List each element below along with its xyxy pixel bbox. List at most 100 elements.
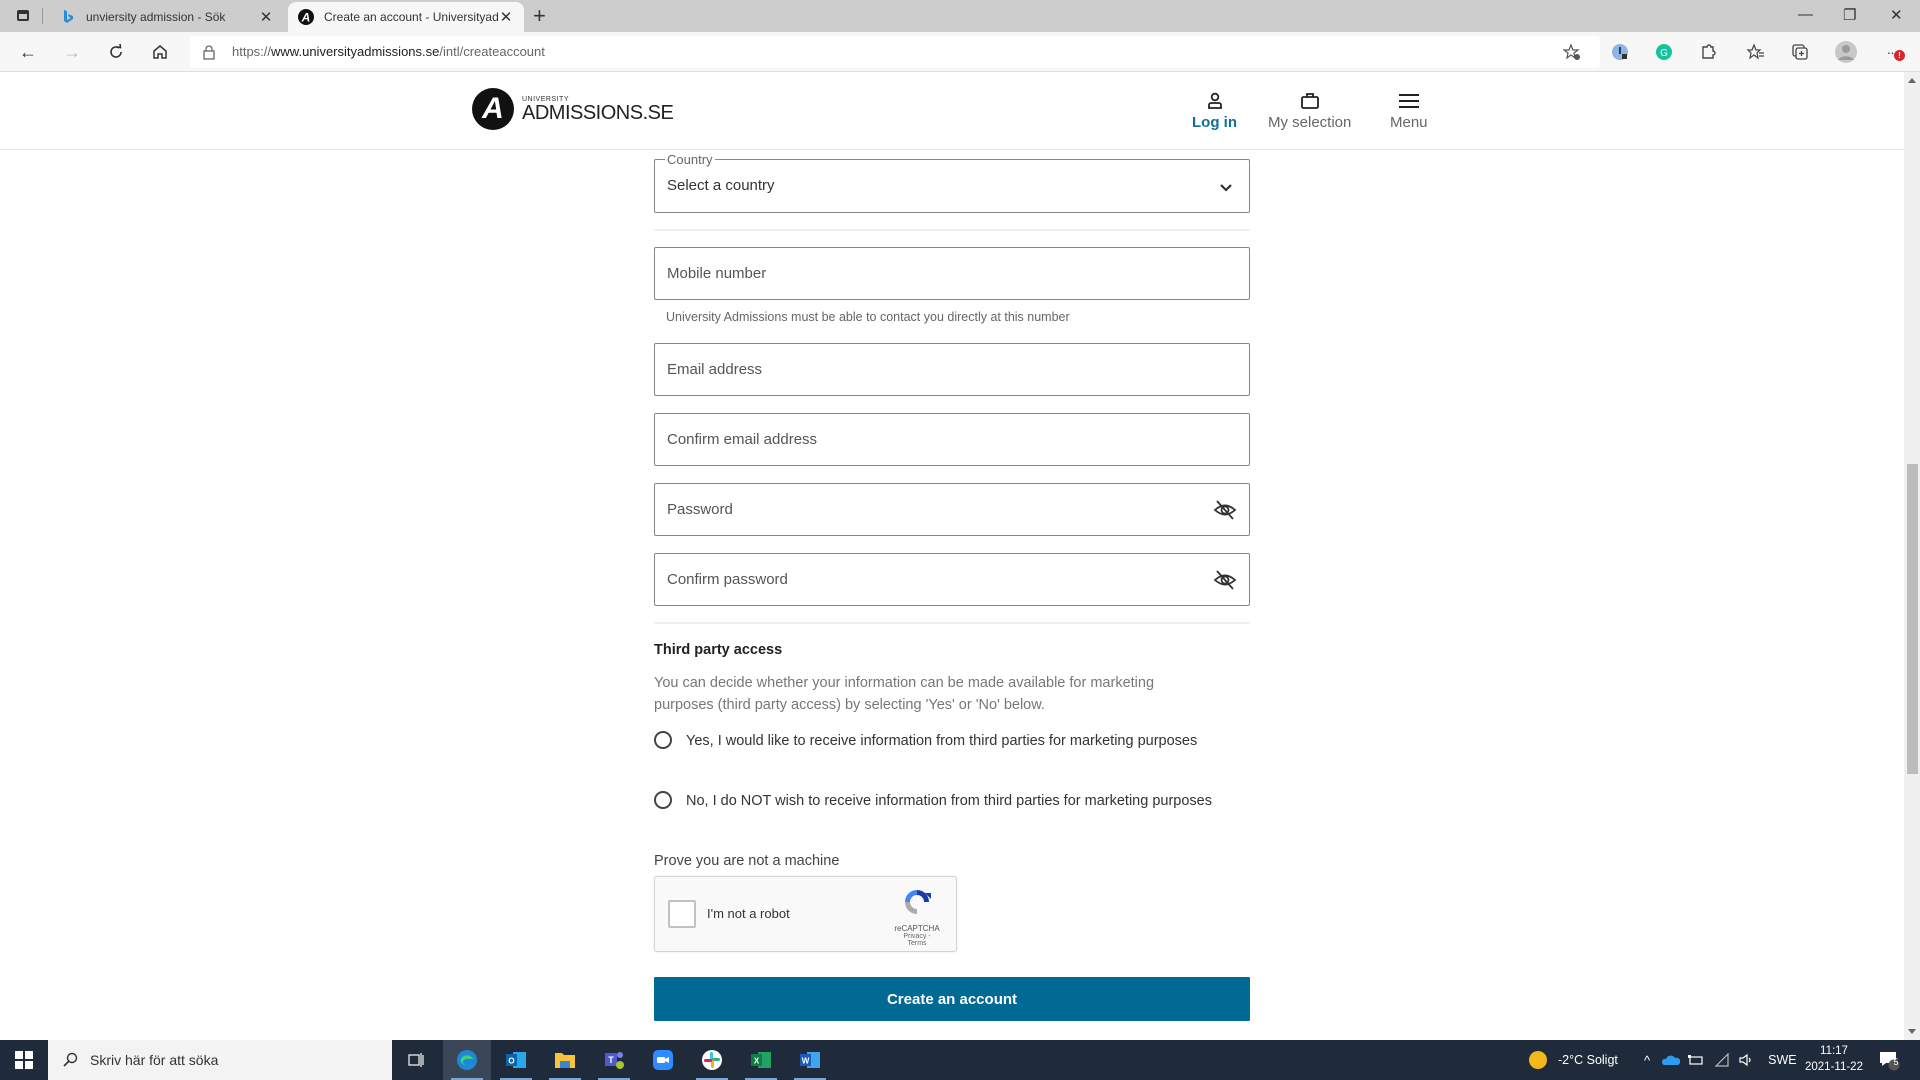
url-bar[interactable]: https://www.universityadmissions.se/intl… xyxy=(190,36,1600,68)
login-link[interactable]: Log in xyxy=(1192,92,1237,131)
volume-icon[interactable] xyxy=(1738,1053,1754,1067)
my-selection-link[interactable]: My selection xyxy=(1268,92,1351,131)
profile-avatar-icon[interactable] xyxy=(1834,40,1858,64)
add-favorite-icon[interactable] xyxy=(1560,40,1584,64)
clock[interactable]: 11:17 2021-11-22 xyxy=(1800,1043,1868,1075)
task-view-icon[interactable] xyxy=(392,1040,440,1080)
section-divider xyxy=(654,622,1250,624)
briefcase-icon xyxy=(1300,93,1319,109)
create-account-button[interactable]: Create an account xyxy=(654,977,1250,1021)
start-button[interactable] xyxy=(0,1040,48,1080)
country-select[interactable]: Country Select a country xyxy=(654,152,1250,213)
zoom-icon[interactable] xyxy=(639,1040,687,1080)
address-toolbar: ← → https://www.universityadmissions.se/… xyxy=(0,32,1920,72)
page-scrollbar[interactable] xyxy=(1904,72,1920,1040)
confirm-email-input[interactable]: Confirm email address xyxy=(654,413,1250,466)
weather-widget[interactable]: -2°C Soligt xyxy=(1528,1040,1618,1080)
settings-more-button[interactable]: ··· ! xyxy=(1880,40,1905,64)
menu-button[interactable]: Menu xyxy=(1390,92,1428,131)
radio-no-label[interactable]: No, I do NOT wish to receive information… xyxy=(686,789,1216,813)
svg-text:T: T xyxy=(608,1055,614,1065)
new-tab-button[interactable]: + xyxy=(533,4,546,28)
favorites-icon[interactable] xyxy=(1744,40,1768,64)
password-placeholder: Password xyxy=(667,501,733,518)
wifi-icon[interactable] xyxy=(1714,1053,1730,1067)
mobile-number-input[interactable]: Mobile number xyxy=(654,247,1250,300)
logo-mark: A xyxy=(472,88,514,130)
minimize-button[interactable]: — xyxy=(1798,6,1813,23)
third-party-no-option[interactable]: No, I do NOT wish to receive information… xyxy=(654,789,1244,813)
section-divider xyxy=(654,229,1250,231)
windows-logo-icon xyxy=(15,1051,33,1069)
teams-icon[interactable]: T xyxy=(590,1040,638,1080)
notification-count: 5 xyxy=(1893,1057,1899,1067)
scrollbar-thumb[interactable] xyxy=(1907,464,1918,774)
country-legend: Country xyxy=(665,152,715,167)
language-indicator[interactable]: SWE xyxy=(1768,1053,1796,1067)
weather-text: -2°C Soligt xyxy=(1558,1053,1618,1067)
grammarly-icon[interactable]: G xyxy=(1652,40,1676,64)
search-icon xyxy=(63,1052,78,1067)
recaptcha-logo: reCAPTCHA Privacy - Terms xyxy=(893,887,941,947)
url-text[interactable]: https://www.universityadmissions.se/intl… xyxy=(232,44,545,59)
system-tray: ^ SWE xyxy=(1644,1040,1797,1080)
extensions-icon[interactable] xyxy=(1696,40,1720,64)
eye-slash-icon[interactable] xyxy=(1213,499,1237,526)
menu-label: Menu xyxy=(1390,114,1428,131)
word-icon[interactable]: W xyxy=(786,1040,834,1080)
login-label: Log in xyxy=(1192,114,1237,131)
outlook-icon[interactable]: O xyxy=(492,1040,540,1080)
excel-icon[interactable]: X xyxy=(737,1040,785,1080)
user-icon xyxy=(1207,92,1222,109)
recaptcha-terms-link[interactable]: Privacy - Terms xyxy=(893,933,941,947)
confirm-password-placeholder: Confirm password xyxy=(667,571,788,588)
tab-title: Create an account - Universityad xyxy=(324,10,498,24)
not-robot-checkbox[interactable] xyxy=(668,900,696,928)
password-input[interactable]: Password xyxy=(654,483,1250,536)
close-tab-icon[interactable]: ✕ xyxy=(498,8,514,26)
back-button[interactable]: ← xyxy=(16,40,40,64)
lock-icon[interactable] xyxy=(202,44,216,65)
scroll-up-arrow-icon[interactable] xyxy=(1908,78,1916,83)
restore-button[interactable]: ❐ xyxy=(1843,6,1856,24)
scroll-down-arrow-icon[interactable] xyxy=(1908,1029,1916,1034)
edge-icon[interactable] xyxy=(443,1040,491,1080)
third-party-yes-option[interactable]: Yes, I would like to receive information… xyxy=(654,729,1244,753)
confirm-password-input[interactable]: Confirm password xyxy=(654,553,1250,606)
forward-button[interactable]: → xyxy=(60,40,84,64)
email-input[interactable]: Email address xyxy=(654,343,1250,396)
notification-center-icon[interactable]: 5 xyxy=(1878,1040,1900,1080)
extension-tracker-icon[interactable] xyxy=(1608,40,1632,64)
eye-slash-icon[interactable] xyxy=(1213,569,1237,596)
mobile-placeholder: Mobile number xyxy=(667,265,767,282)
third-party-description: You can decide whether your information … xyxy=(654,675,1155,713)
tab-actions-icon[interactable] xyxy=(14,7,32,25)
refresh-button[interactable] xyxy=(104,40,128,64)
search-placeholder: Skriv här för att söka xyxy=(90,1052,219,1068)
battery-icon[interactable] xyxy=(1688,1054,1704,1066)
taskbar-search[interactable]: Skriv här för att söka xyxy=(48,1040,392,1080)
home-button[interactable] xyxy=(148,40,172,64)
radio-yes-label[interactable]: Yes, I would like to receive information… xyxy=(686,729,1216,753)
tab-create-account[interactable]: A Create an account - Universityad ✕ xyxy=(288,2,524,32)
recaptcha-brand: reCAPTCHA xyxy=(894,924,940,933)
radio-yes[interactable] xyxy=(654,731,672,749)
chevron-down-icon xyxy=(1219,180,1233,198)
show-hidden-icons-icon[interactable]: ^ xyxy=(1644,1053,1650,1068)
captcha-prompt: Prove you are not a machine xyxy=(654,853,840,869)
svg-text:X: X xyxy=(754,1057,760,1066)
not-robot-label: I'm not a robot xyxy=(707,906,790,921)
collections-icon[interactable] xyxy=(1788,40,1812,64)
tab-search[interactable]: unviersity admission - Sök ✕ xyxy=(50,2,284,32)
close-tab-icon[interactable]: ✕ xyxy=(258,8,274,26)
file-explorer-icon[interactable] xyxy=(541,1040,589,1080)
onedrive-icon[interactable] xyxy=(1662,1054,1681,1066)
third-party-heading: Third party access xyxy=(654,642,783,658)
site-logo[interactable]: A UNIVERSITY ADMISSIONS.SE xyxy=(472,88,674,130)
close-window-button[interactable]: ✕ xyxy=(1890,6,1903,24)
my-selection-label: My selection xyxy=(1268,114,1352,131)
home-icon xyxy=(153,45,167,59)
radio-no[interactable] xyxy=(654,791,672,809)
windows-taskbar: Skriv här för att söka O T X W -2°C Soli… xyxy=(0,1040,1920,1080)
slack-icon[interactable] xyxy=(688,1040,736,1080)
